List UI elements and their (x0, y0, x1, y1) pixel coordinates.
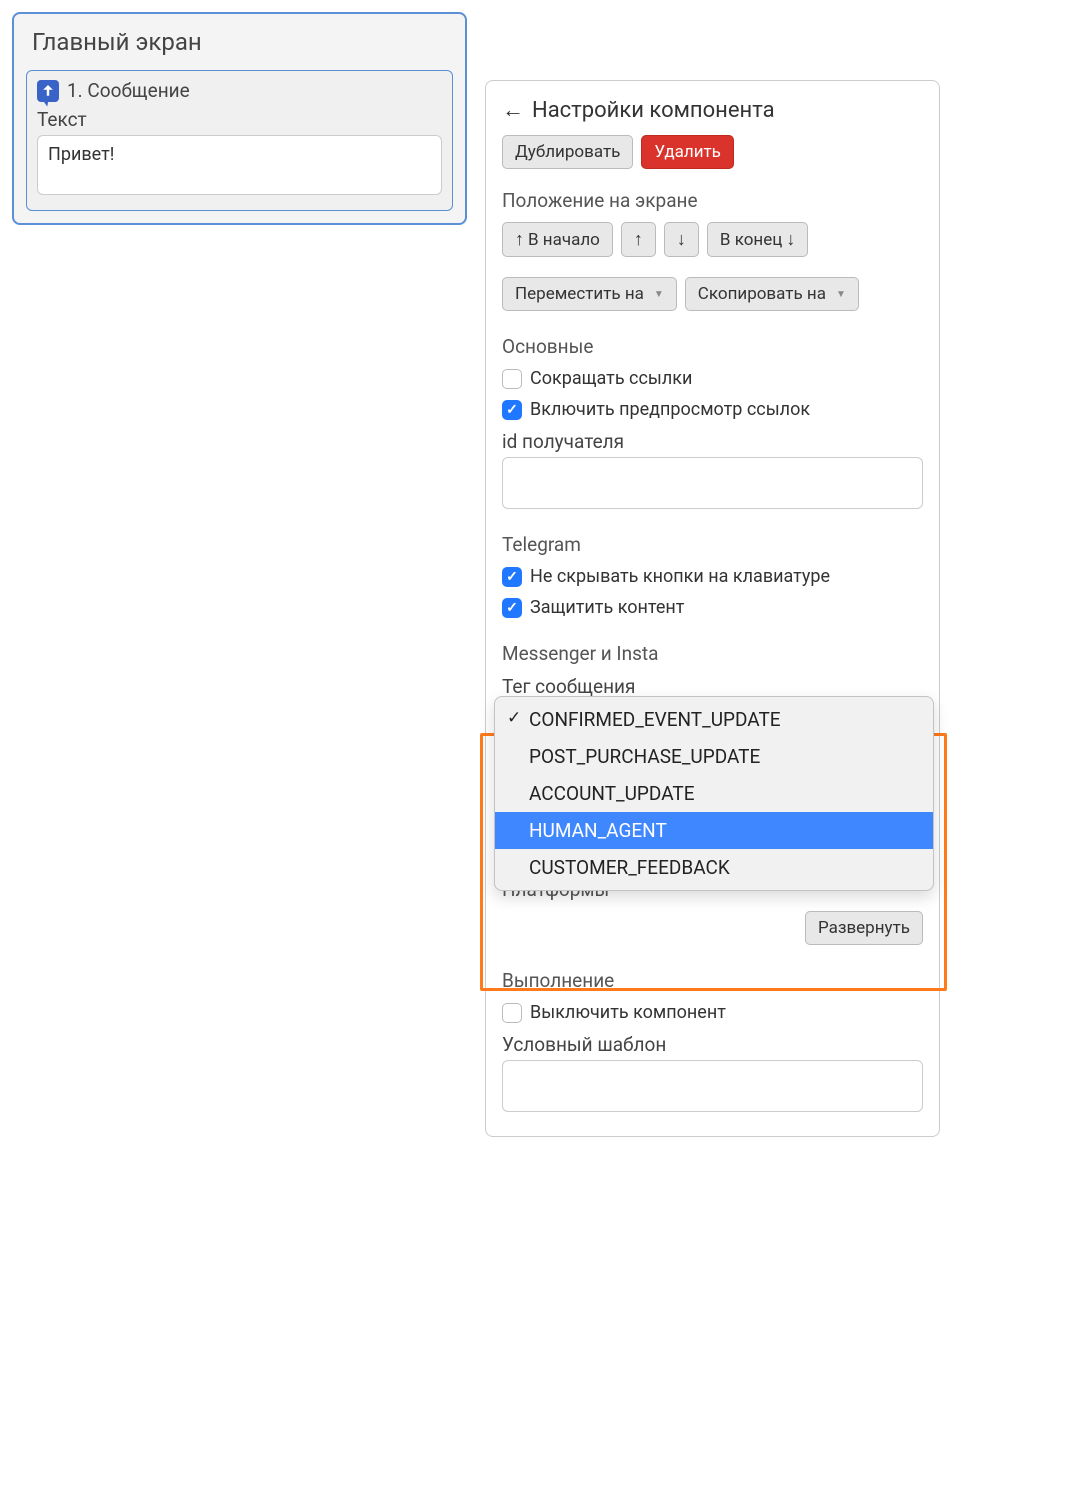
dropdown-option[interactable]: POST_PURCHASE_UPDATE (495, 738, 933, 775)
down-bar-icon: ↓ (786, 229, 795, 250)
position-section: Положение на экране ↑ В начало ↑ ↓ В кон… (502, 189, 923, 311)
main-section: Основные Сокращать ссылки Включить предп… (502, 335, 923, 509)
duplicate-button[interactable]: Дублировать (502, 135, 633, 169)
template-label: Условный шаблон (502, 1033, 923, 1056)
move-to-end-button[interactable]: В конец ↓ (707, 222, 808, 257)
message-tag-label: Тег сообщения (502, 675, 923, 698)
message-text-input[interactable] (37, 135, 442, 195)
preview-links-checkbox[interactable] (502, 400, 522, 420)
settings-title: Настройки компонента (532, 98, 775, 123)
expand-button[interactable]: Развернуть (805, 911, 923, 945)
disable-component-label: Выключить компонент (530, 1002, 726, 1023)
down-arrow-icon: ↓ (677, 229, 686, 250)
message-title: 1. Сообщение (67, 79, 190, 102)
text-label: Текст (37, 108, 442, 131)
dropdown-option[interactable]: ACCOUNT_UPDATE (495, 775, 933, 812)
keep-keyboard-label: Не скрывать кнопки на клавиатуре (530, 566, 830, 587)
up-arrow-icon: ↑ (634, 229, 643, 250)
keep-keyboard-checkbox[interactable] (502, 567, 522, 587)
recipient-id-input[interactable] (502, 457, 923, 509)
move-up-button[interactable]: ↑ (621, 222, 656, 257)
protect-content-label: Защитить контент (530, 597, 684, 618)
delete-button[interactable]: Удалить (641, 135, 734, 169)
message-tag-dropdown[interactable]: CONFIRMED_EVENT_UPDATEPOST_PURCHASE_UPDA… (494, 696, 934, 891)
protect-content-checkbox[interactable] (502, 598, 522, 618)
messenger-section: Messenger и Insta Тег сообщения CONFIRME… (502, 642, 923, 698)
component-settings-panel: ← Настройки компонента Дублировать Удали… (485, 80, 940, 1137)
move-down-button[interactable]: ↓ (664, 222, 699, 257)
dropdown-option[interactable]: CUSTOMER_FEEDBACK (495, 849, 933, 886)
telegram-section: Telegram Не скрывать кнопки на клавиатур… (502, 533, 923, 618)
up-bar-icon: ↑ (515, 229, 524, 250)
panel-title: Главный экран (26, 28, 453, 56)
message-header: 1. Сообщение (37, 79, 442, 102)
shorten-links-label: Сокращать ссылки (530, 368, 692, 389)
template-input[interactable] (502, 1060, 923, 1112)
message-icon (37, 80, 59, 102)
telegram-title: Telegram (502, 533, 923, 556)
copy-to-dropdown-button[interactable]: Скопировать на (685, 277, 859, 311)
main-screen-panel: Главный экран 1. Сообщение Текст (12, 12, 467, 225)
move-to-start-button[interactable]: ↑ В начало (502, 222, 613, 257)
message-card[interactable]: 1. Сообщение Текст (26, 70, 453, 211)
execution-title: Выполнение (502, 969, 923, 992)
preview-links-label: Включить предпросмотр ссылок (530, 399, 810, 420)
move-to-dropdown-button[interactable]: Переместить на (502, 277, 677, 311)
messenger-title: Messenger и Insta (502, 642, 923, 665)
disable-component-checkbox[interactable] (502, 1003, 522, 1023)
main-title: Основные (502, 335, 923, 358)
dropdown-option[interactable]: CONFIRMED_EVENT_UPDATE (495, 701, 933, 738)
recipient-id-label: id получателя (502, 430, 923, 453)
dropdown-option[interactable]: HUMAN_AGENT (495, 812, 933, 849)
back-arrow-icon[interactable]: ← (502, 97, 524, 123)
position-title: Положение на экране (502, 189, 923, 212)
shorten-links-checkbox[interactable] (502, 369, 522, 389)
execution-section: Выполнение Выключить компонент Условный … (502, 969, 923, 1112)
